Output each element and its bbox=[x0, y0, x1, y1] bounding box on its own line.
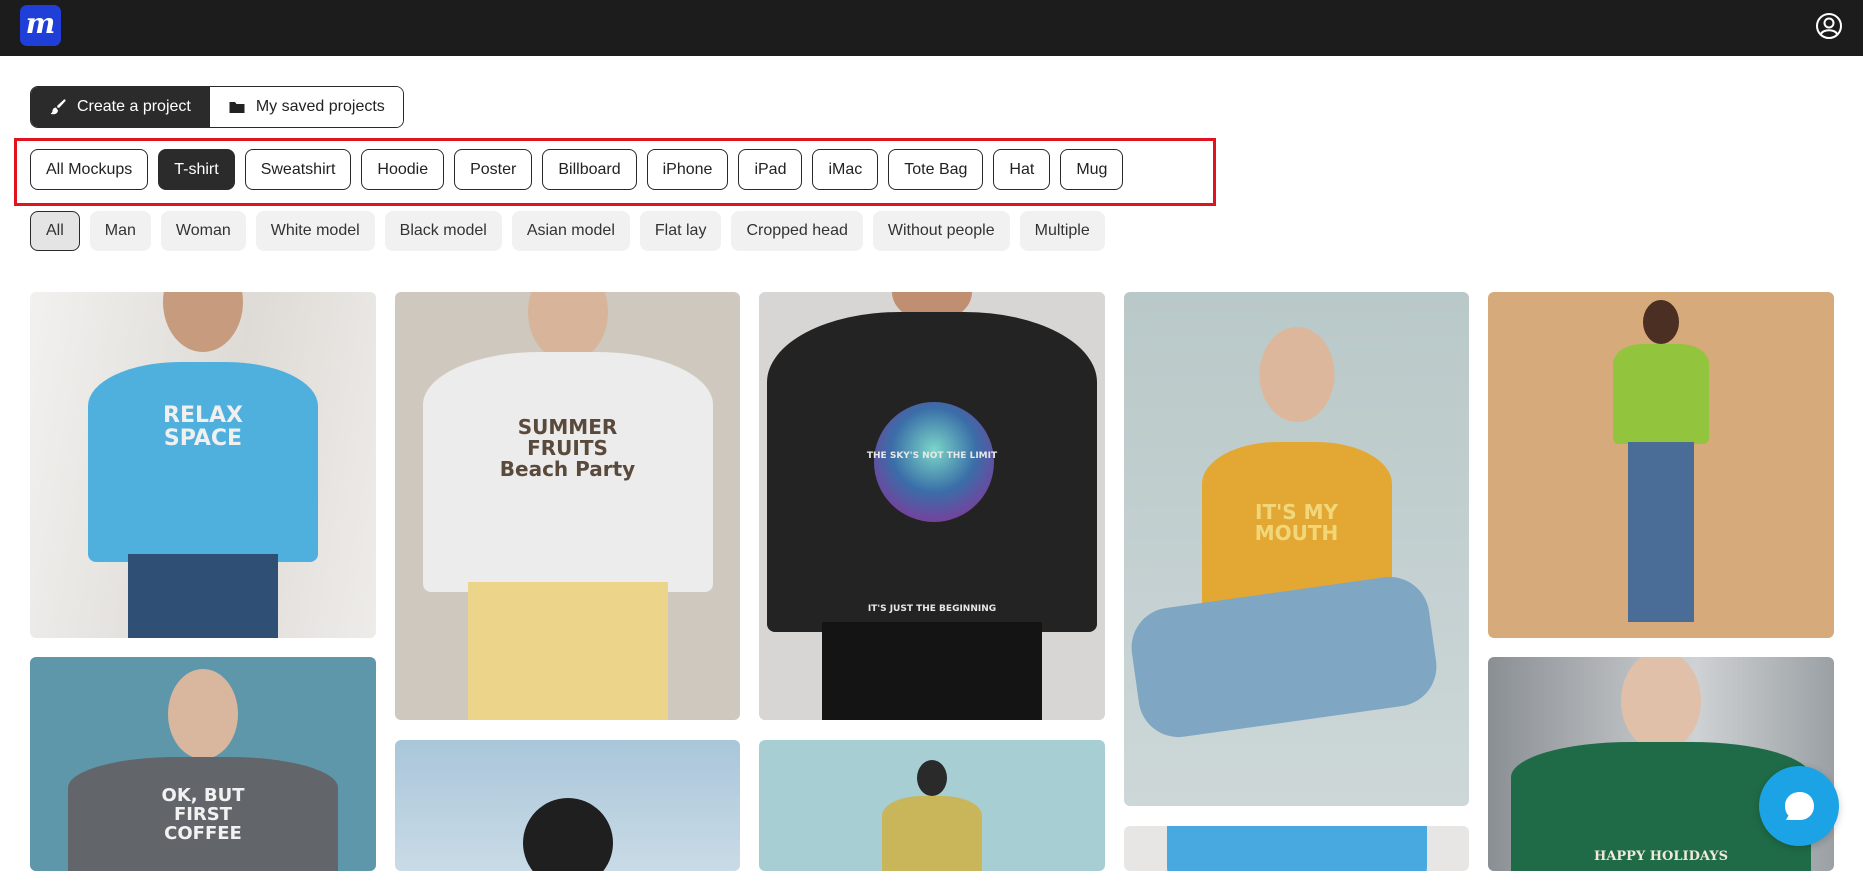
mockup-card[interactable] bbox=[759, 740, 1105, 871]
category-poster[interactable]: Poster bbox=[454, 149, 533, 190]
filter-black-model[interactable]: Black model bbox=[384, 211, 502, 251]
shirt-print: HAPPY HOLIDAYS bbox=[1594, 849, 1728, 864]
chat-bubble-icon bbox=[1785, 792, 1814, 820]
user-circle-icon[interactable] bbox=[1815, 12, 1843, 40]
category-mug[interactable]: Mug bbox=[1060, 149, 1124, 190]
filter-woman[interactable]: Woman bbox=[160, 211, 246, 251]
category-all-mockups[interactable]: All Mockups bbox=[30, 149, 149, 190]
saved-projects-tab[interactable]: My saved projects bbox=[208, 87, 403, 127]
shirt-print: RELAX SPACE bbox=[163, 403, 243, 452]
mockup-card[interactable]: OK, BUT FIRST COFFEE bbox=[30, 657, 376, 871]
mockup-card[interactable] bbox=[395, 740, 740, 871]
mockup-card[interactable]: THE SKY'S NOT THE LIMIT IT'S JUST THE BE… bbox=[759, 292, 1105, 720]
filter-without-people[interactable]: Without people bbox=[872, 211, 1010, 251]
filter-multiple[interactable]: Multiple bbox=[1019, 211, 1105, 251]
create-project-tab[interactable]: Create a project bbox=[31, 87, 209, 127]
mockup-card[interactable]: SUMMER FRUITS Beach Party bbox=[395, 292, 740, 720]
shirt-print: OK, BUT FIRST COFFEE bbox=[161, 785, 245, 844]
filter-asian-model[interactable]: Asian model bbox=[511, 211, 630, 251]
mockup-card[interactable] bbox=[1488, 292, 1834, 638]
category-tote-bag[interactable]: Tote Bag bbox=[888, 149, 984, 190]
filter-man[interactable]: Man bbox=[89, 211, 151, 251]
category-tshirt[interactable]: T-shirt bbox=[158, 149, 235, 190]
category-sweatshirt[interactable]: Sweatshirt bbox=[244, 149, 352, 190]
filter-pills: All Man Woman White model Black model As… bbox=[30, 211, 1105, 251]
category-imac[interactable]: iMac bbox=[812, 149, 879, 190]
category-billboard[interactable]: Billboard bbox=[542, 149, 637, 190]
logo-text: m bbox=[25, 6, 56, 40]
mockup-card[interactable]: RELAX SPACE bbox=[30, 292, 376, 638]
filter-cropped-head[interactable]: Cropped head bbox=[731, 211, 863, 251]
brush-icon bbox=[50, 99, 66, 115]
filter-all[interactable]: All bbox=[30, 211, 80, 251]
category-chips: All Mockups T-shirt Sweatshirt Hoodie Po… bbox=[30, 149, 1124, 190]
project-tabs: Create a project My saved projects bbox=[30, 86, 404, 128]
folder-icon bbox=[229, 102, 245, 113]
top-nav-bar: m bbox=[0, 0, 1863, 56]
category-hat[interactable]: Hat bbox=[993, 149, 1051, 190]
category-ipad[interactable]: iPad bbox=[738, 149, 803, 190]
mockup-card[interactable]: IT'S MY MOUTH bbox=[1124, 292, 1469, 806]
saved-projects-label: My saved projects bbox=[255, 98, 385, 115]
chat-button[interactable] bbox=[1759, 766, 1839, 846]
category-iphone[interactable]: iPhone bbox=[646, 149, 729, 190]
shirt-print: SUMMER FRUITS Beach Party bbox=[499, 415, 636, 481]
filter-flat-lay[interactable]: Flat lay bbox=[639, 211, 722, 251]
mockup-card[interactable] bbox=[1124, 826, 1469, 871]
filter-white-model[interactable]: White model bbox=[255, 211, 375, 251]
logo[interactable]: m bbox=[20, 5, 61, 46]
shirt-print: IT'S MY MOUTH bbox=[1254, 500, 1339, 545]
create-project-label: Create a project bbox=[77, 98, 191, 115]
shirt-print: THE SKY'S NOT THE LIMIT IT'S JUST THE BE… bbox=[866, 451, 998, 614]
category-hoodie[interactable]: Hoodie bbox=[361, 149, 445, 190]
